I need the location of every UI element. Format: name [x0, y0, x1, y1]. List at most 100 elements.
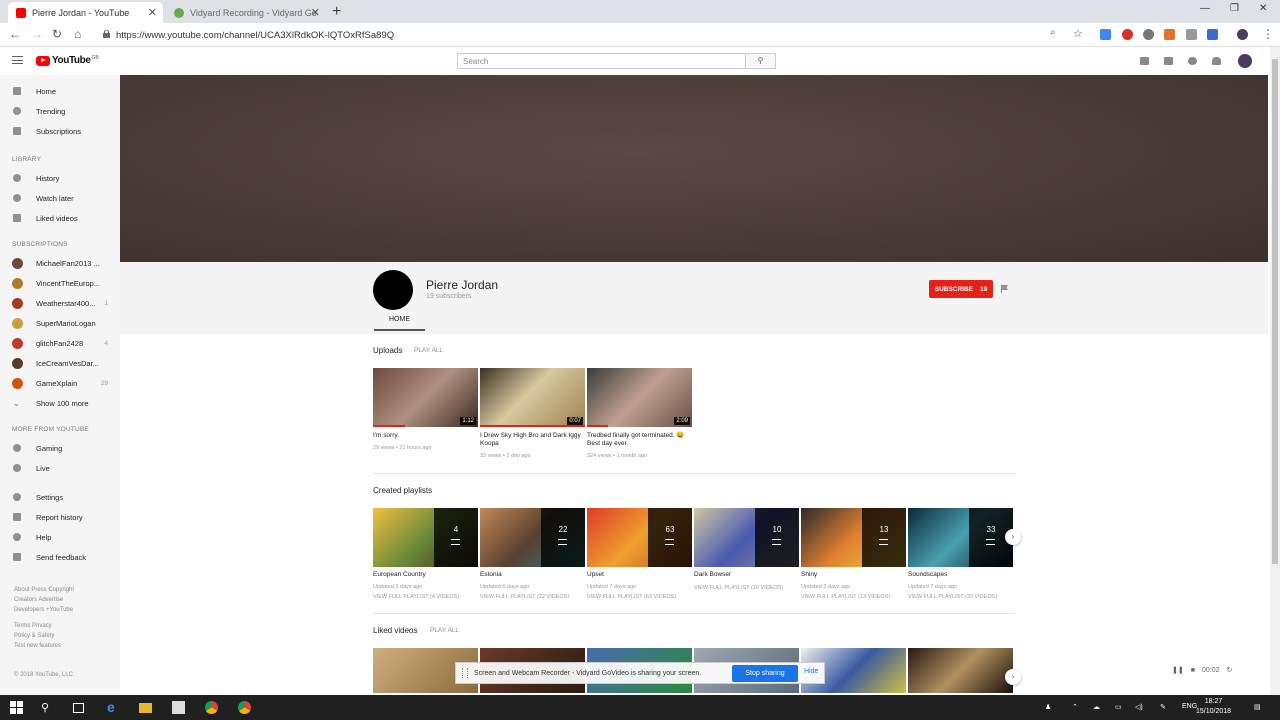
playlist-title[interactable]: Soundscapes — [908, 571, 947, 578]
file-explorer-icon[interactable] — [139, 703, 152, 713]
guide-menu-icon[interactable] — [12, 56, 23, 64]
volume-icon[interactable]: ◁) — [1135, 703, 1143, 711]
footer-link-row[interactable]: Test new features — [14, 641, 114, 651]
sidebar-item-watch-later[interactable]: Watch later — [0, 189, 120, 207]
chrome-app-icon[interactable] — [238, 701, 251, 714]
search-button[interactable]: ⚲ — [746, 53, 776, 69]
chrome-menu-icon[interactable]: ⋮ — [1262, 27, 1274, 41]
tab-youtube[interactable]: Pierre Jordan - YouTube ✕ — [8, 2, 163, 23]
carousel-next-arrow-icon[interactable]: › — [1005, 529, 1021, 545]
bookmark-star-icon[interactable]: ☆ — [1073, 27, 1083, 40]
youtube-logo[interactable]: YouTube GB — [36, 55, 99, 66]
playlist-thumbnail[interactable]: 22 — [480, 508, 585, 567]
playlist-title[interactable]: Estonia — [480, 571, 502, 578]
sidebar-subscription[interactable]: glitchFan2428 4 — [0, 334, 120, 352]
minimize-icon[interactable]: — — [1200, 3, 1210, 14]
forward-icon[interactable]: → — [31, 27, 43, 41]
channel-avatar[interactable] — [373, 270, 413, 310]
back-icon[interactable]: ← — [9, 27, 21, 41]
sidebar-item-subscriptions[interactable]: Subscriptions — [0, 122, 120, 140]
show-hidden-icons[interactable]: ⌃ — [1072, 703, 1078, 711]
show-more-button[interactable]: ⌄ Show 100 more — [0, 394, 120, 412]
playlist-title[interactable]: Dark Bowser — [694, 571, 731, 578]
footer-link-row[interactable]: Developers +YouTube — [14, 605, 114, 615]
notifications-bell-icon[interactable] — [1212, 57, 1221, 65]
playlists-heading[interactable]: Created playlists — [373, 486, 432, 495]
pause-icon[interactable]: ❚❚ — [1172, 666, 1184, 674]
liked-videos-heading[interactable]: Liked videos — [373, 626, 417, 635]
subscribe-button[interactable]: SUBSCRIBE 19 — [929, 280, 993, 298]
restart-icon[interactable]: ↻ — [1227, 666, 1233, 674]
sidebar-subscription[interactable]: IceCreamVesDar... — [0, 354, 120, 372]
report-flag-icon[interactable] — [1001, 285, 1008, 293]
sidebar-item-live[interactable]: Live — [0, 459, 120, 477]
url-field[interactable]: https://www.youtube.com/channel/UCA3XlRd… — [100, 26, 1060, 44]
playlist-thumbnail[interactable]: 4 — [373, 508, 478, 567]
hide-button[interactable]: Hide — [804, 668, 818, 675]
playlist-thumbnail[interactable]: 10 — [694, 508, 799, 567]
sidebar-subscription[interactable]: GameXplain 29 — [0, 374, 120, 392]
footer-links[interactable]: About Press Copyright Creators Advertise… — [14, 585, 114, 615]
stop-sharing-button[interactable]: Stop sharing — [732, 665, 798, 682]
sidebar-item-help[interactable]: Help — [0, 528, 120, 546]
pen-icon[interactable]: ✎ — [1160, 703, 1166, 711]
close-tab-icon[interactable]: ✕ — [148, 6, 157, 19]
sidebar-item-liked-videos[interactable]: Liked videos — [0, 209, 120, 227]
messages-icon[interactable] — [1188, 57, 1197, 65]
playlist-title[interactable]: Shiny — [801, 571, 817, 578]
network-icon[interactable]: ▭ — [1115, 703, 1122, 711]
liked-play-all[interactable]: PLAY ALL — [430, 627, 459, 634]
search-icon[interactable]: ⚲ — [41, 701, 54, 714]
account-avatar[interactable] — [1238, 54, 1252, 68]
sidebar-subscription[interactable]: VincentTheEurop... — [0, 274, 120, 292]
extension-red-icon[interactable] — [1122, 29, 1133, 40]
playlist-thumbnail[interactable]: 13 — [801, 508, 906, 567]
video-thumbnail[interactable] — [908, 648, 1013, 693]
close-tab-icon[interactable]: ✕ — [311, 6, 320, 19]
chrome-icon[interactable] — [205, 701, 218, 714]
footer-link-row[interactable]: Terms Privacy — [14, 621, 114, 631]
view-full-playlist-link[interactable]: VIEW FULL PLAYLIST (4 VIDEOS) — [373, 594, 459, 600]
drag-handle-icon[interactable] — [462, 668, 468, 678]
sidebar-item-home[interactable]: Home — [0, 82, 120, 100]
home-icon[interactable]: ⌂ — [74, 27, 81, 41]
zoom-icon[interactable]: ⌕ — [1050, 27, 1056, 38]
clock[interactable]: 18:27 15/10/2018 — [1196, 697, 1231, 717]
view-full-playlist-link[interactable]: VIEW FULL PLAYLIST (13 VIDEOS) — [801, 594, 890, 600]
store-icon[interactable] — [172, 701, 185, 714]
extension-blue-icon[interactable] — [1207, 29, 1218, 40]
footer-link-row[interactable]: Creators Advertise — [14, 595, 114, 605]
tab-home[interactable]: HOME — [374, 316, 425, 331]
playlist-title[interactable]: Upset — [587, 571, 604, 578]
edge-browser-icon[interactable]: e — [107, 699, 120, 715]
footer-link-row[interactable]: About Press Copyright — [14, 585, 114, 595]
restore-icon[interactable]: ❐ — [1230, 3, 1239, 14]
carousel-next-arrow-icon[interactable]: › — [1005, 669, 1021, 685]
uploads-play-all[interactable]: PLAY ALL — [414, 347, 443, 354]
sidebar-item-history[interactable]: History — [0, 169, 120, 187]
view-full-playlist-link[interactable]: VIEW FULL PLAYLIST (63 VIDEOS) — [587, 594, 676, 600]
playlist-thumbnail[interactable]: 33 — [908, 508, 1013, 567]
microphone-extension-icon[interactable] — [1186, 29, 1197, 40]
language-indicator[interactable]: ENG — [1182, 703, 1197, 710]
sidebar-item-gaming[interactable]: Gaming — [0, 439, 120, 457]
footer-policy-links[interactable]: Terms Privacy Policy & Safety Test new f… — [14, 621, 114, 651]
sidebar-item-settings[interactable]: Settings — [0, 488, 120, 506]
sidebar-subscription[interactable]: SuperMarioLogan — [0, 314, 120, 332]
stop-icon[interactable]: ■ — [1191, 667, 1195, 674]
footer-link-row[interactable]: Policy & Safety — [14, 631, 114, 641]
sidebar-item-send-feedback[interactable]: Send feedback — [0, 548, 120, 566]
onedrive-icon[interactable]: ☁ — [1093, 703, 1100, 711]
video-thumbnail[interactable]: 2:09 — [587, 368, 692, 427]
upload-video-icon[interactable] — [1140, 57, 1149, 65]
extension-grey-icon[interactable] — [1143, 29, 1154, 40]
uploads-heading[interactable]: Uploads — [373, 346, 402, 355]
people-icon[interactable]: ♟ — [1045, 703, 1051, 711]
apps-grid-icon[interactable] — [1164, 57, 1173, 65]
windows-start-icon[interactable] — [10, 701, 23, 714]
close-window-icon[interactable]: ✕ — [1259, 3, 1267, 14]
video-title[interactable]: I Drew Sky High Bro and Dark Iggy Koopa — [480, 432, 582, 448]
sidebar-subscription[interactable]: MichaelFan2013 ... — [0, 254, 120, 272]
search-input[interactable]: Search — [457, 53, 746, 69]
page-scrollbar[interactable] — [1270, 47, 1280, 695]
